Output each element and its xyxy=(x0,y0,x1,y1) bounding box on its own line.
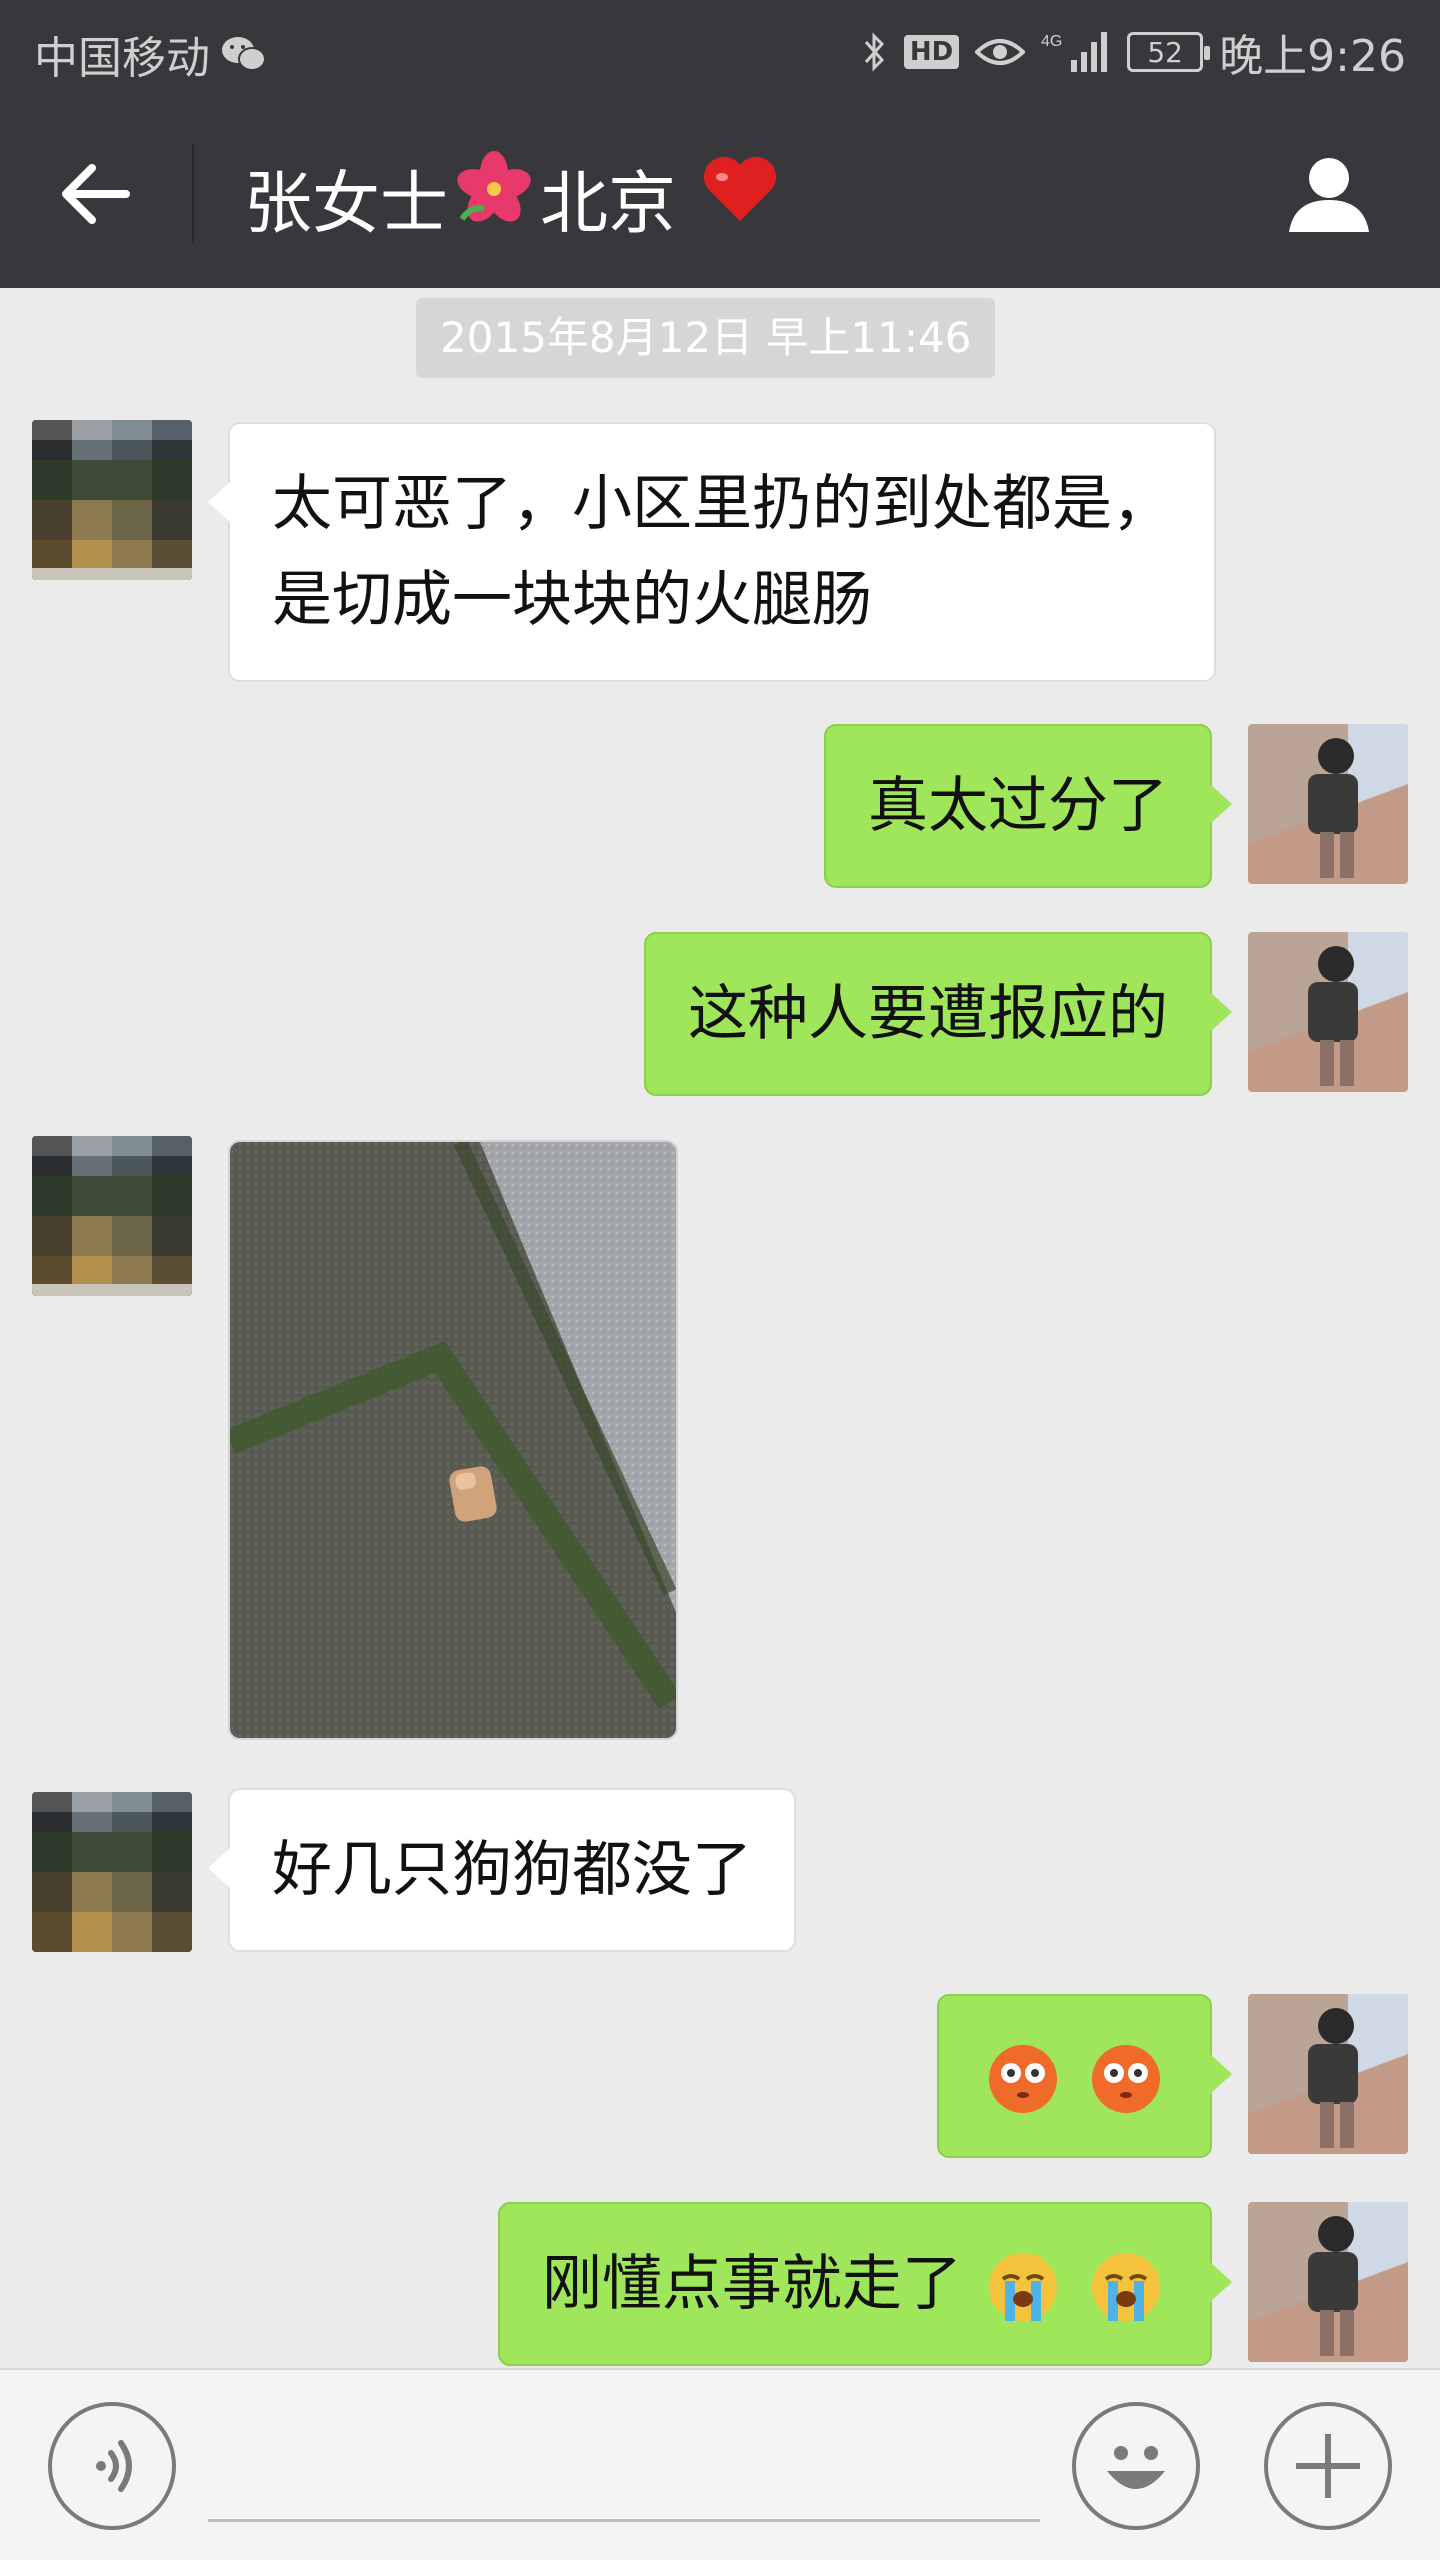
hibiscus-icon xyxy=(454,149,534,246)
heart-icon xyxy=(700,153,780,242)
eye-icon xyxy=(975,34,1026,70)
message-text: 真太过分了 xyxy=(868,771,1168,841)
message-bubble[interactable]: 太可恶了，小区里扔的到处都是， 是切成一块块的火腿肠 xyxy=(208,422,1216,682)
message-bubble[interactable]: 刚懂点事就走了 xyxy=(497,2202,1233,2366)
crying-face-icon xyxy=(988,2253,1057,2322)
image-message[interactable] xyxy=(228,1140,678,1740)
more-button[interactable] xyxy=(1264,2402,1392,2530)
message-text: 好几只狗狗都没了 xyxy=(272,1835,752,1905)
header-divider xyxy=(192,144,194,244)
status-left: 中国移动 xyxy=(34,22,266,86)
contact-city: 北京 xyxy=(540,165,677,244)
message-text: 刚懂点事就走了 xyxy=(541,2249,962,2319)
my-avatar[interactable] xyxy=(1248,932,1408,1092)
plus-icon xyxy=(1296,2434,1360,2498)
back-button[interactable] xyxy=(56,154,136,234)
flushed-face-icon xyxy=(988,2045,1057,2114)
hd-icon: HD xyxy=(903,35,960,69)
signal-icon: 4G xyxy=(1041,30,1111,74)
message-text-line: 是切成一块块的火腿肠 xyxy=(272,565,872,635)
input-bar xyxy=(0,2368,1440,2560)
crying-face-icon xyxy=(1092,2253,1160,2322)
bluetooth-icon xyxy=(862,30,888,74)
battery-icon: 52 xyxy=(1127,32,1211,72)
message-input[interactable] xyxy=(208,2430,1040,2522)
battery-level: 52 xyxy=(1147,35,1183,69)
emoji-button[interactable] xyxy=(1072,2402,1200,2530)
message-timestamp: 2015年8月12日 早上11:46 xyxy=(416,298,996,378)
status-right: HD 4G 52 晚上9:26 xyxy=(862,20,1406,84)
message-bubble[interactable] xyxy=(936,1994,1233,2158)
chat-title: 张女士 北京 xyxy=(244,148,780,247)
message-text: 这种人要遭报应的 xyxy=(688,979,1168,1049)
chat-header: 张女士 北京 xyxy=(0,100,1440,288)
flushed-face-icon xyxy=(1092,2045,1160,2114)
profile-icon xyxy=(1289,158,1369,232)
my-avatar[interactable] xyxy=(1248,724,1408,884)
message-bubble[interactable]: 这种人要遭报应的 xyxy=(644,932,1232,1096)
wechat-icon xyxy=(220,34,266,74)
voice-button[interactable] xyxy=(48,2402,176,2530)
message-list[interactable]: 2015年8月12日 早上11:46 太可恶了，小区里扔的到处都是， 是切成一块… xyxy=(0,288,1440,2368)
voice-icon xyxy=(96,2440,132,2492)
clock: 晚上9:26 xyxy=(1219,31,1406,82)
network-type: 4G xyxy=(1041,33,1062,50)
carrier-name: 中国移动 xyxy=(34,33,210,84)
contact-avatar[interactable] xyxy=(32,420,192,580)
contact-avatar[interactable] xyxy=(32,1792,192,1952)
emoji-icon xyxy=(1107,2446,1165,2489)
message-bubble[interactable]: 好几只狗狗都没了 xyxy=(208,1788,796,1952)
my-avatar[interactable] xyxy=(1248,2202,1408,2362)
contact-avatar[interactable] xyxy=(32,1136,192,1296)
message-text-line: 太可恶了，小区里扔的到处都是， xyxy=(272,469,1172,539)
chat-screen: 中国移动 HD 4G 52 晚上9:26 张女士 北京 2015年8月12日 早… xyxy=(0,0,1440,2560)
message-bubble[interactable]: 真太过分了 xyxy=(824,724,1232,888)
back-arrow-icon xyxy=(62,164,130,224)
my-avatar[interactable] xyxy=(1248,1994,1408,2154)
profile-button[interactable] xyxy=(1284,150,1374,240)
status-bar: 中国移动 HD 4G 52 晚上9:26 xyxy=(0,0,1440,100)
contact-name: 张女士 xyxy=(244,165,449,244)
